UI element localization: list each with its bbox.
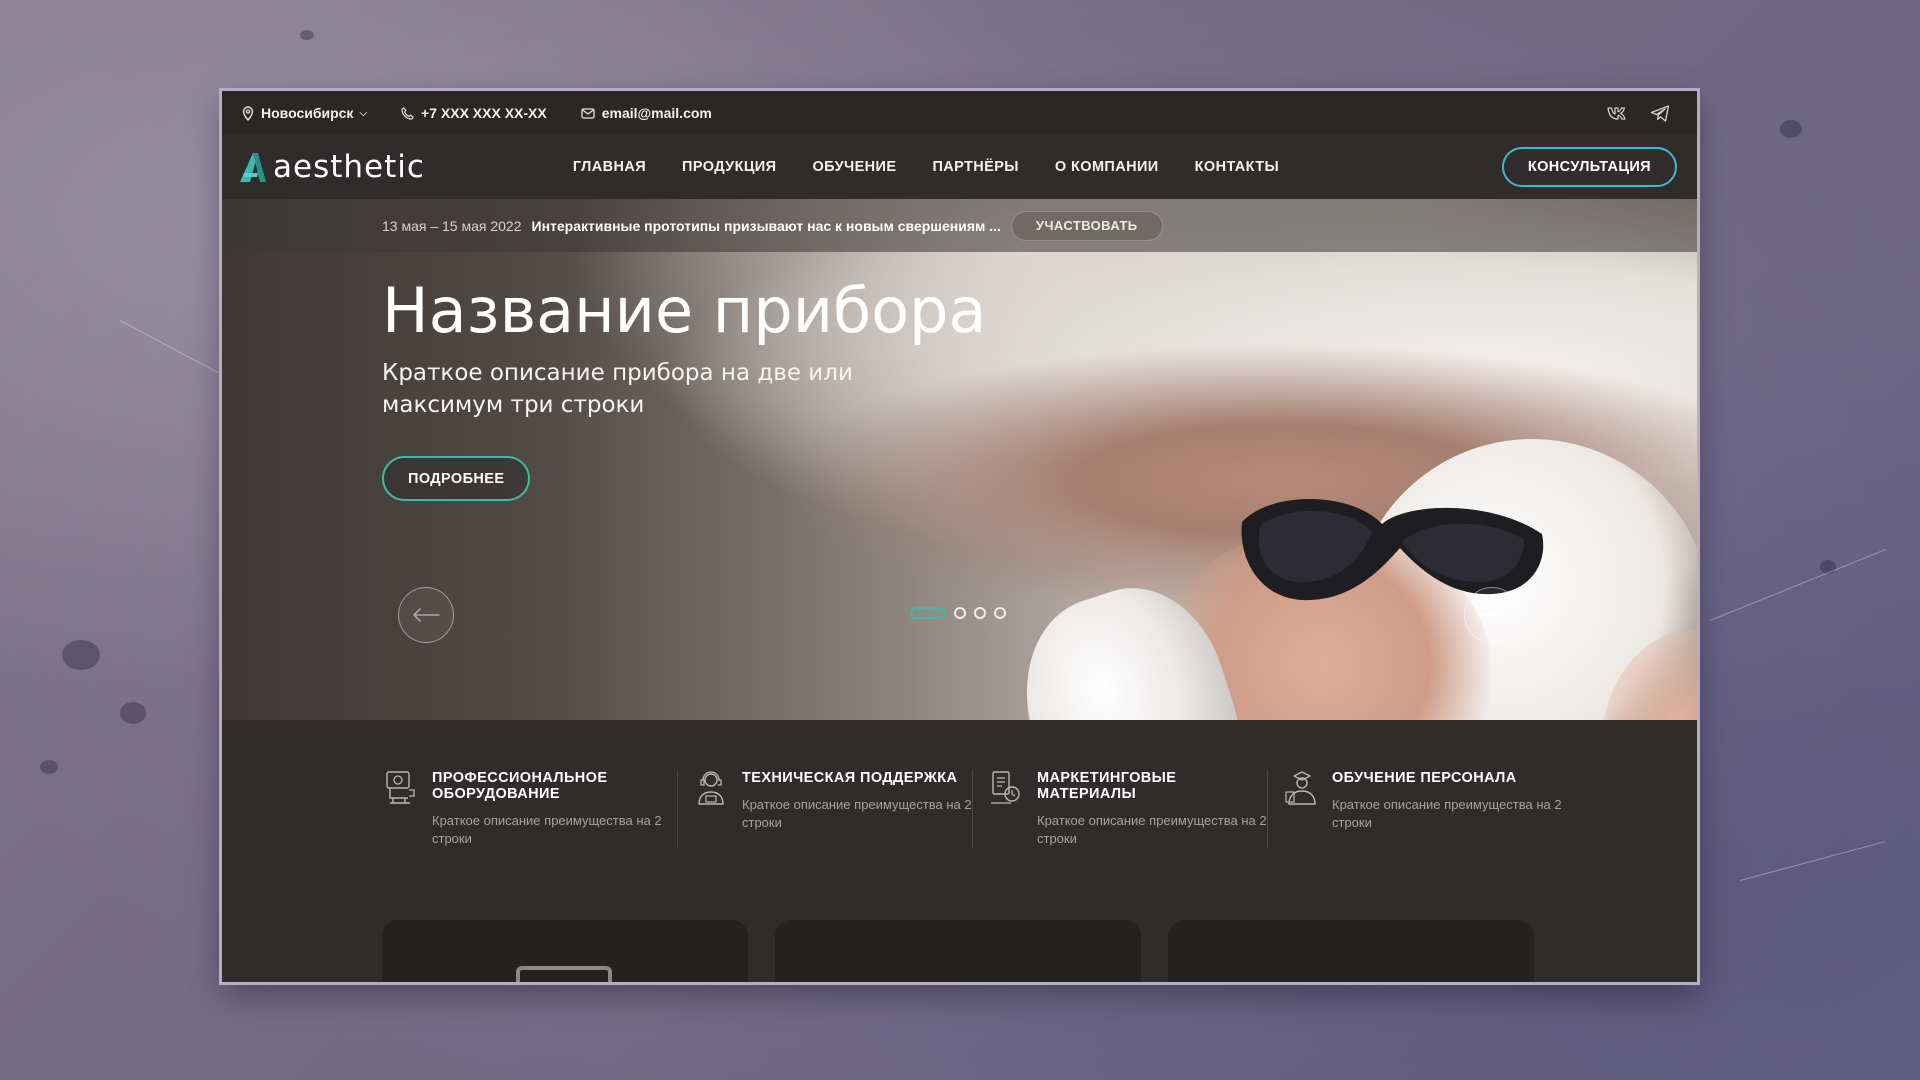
advantage-title: ОБУЧЕНИЕ ПЕРСОНАЛА	[1332, 770, 1517, 786]
advantages-list: ПРОФЕССИОНАЛЬНОЕ ОБОРУДОВАНИЕ Краткое оп…	[382, 770, 1562, 848]
chevron-down-icon: ⌵	[359, 107, 368, 119]
city-label: Новосибирск	[261, 105, 354, 121]
nav-item-training[interactable]: ОБУЧЕНИЕ	[812, 159, 896, 175]
advantage-title: ПРОФЕССИОНАЛЬНОЕ ОБОРУДОВАНИЕ	[432, 770, 608, 802]
phone-icon	[401, 106, 414, 120]
phone-link[interactable]: +7 XXX XXX XX-XX	[401, 105, 547, 121]
vk-icon[interactable]	[1607, 106, 1627, 120]
phone-number: +7 XXX XXX XX-XX	[421, 105, 547, 121]
marketing-icon	[991, 771, 1020, 804]
hero-title: Название прибора	[382, 274, 987, 347]
advantage-description: Краткое описание преимущества на 2 строк…	[742, 797, 972, 830]
slider-dot[interactable]	[994, 607, 1006, 619]
backdrop-speck	[1780, 120, 1802, 138]
slider-dot[interactable]	[974, 607, 986, 619]
equipment-icon	[386, 771, 415, 804]
nav-item-products[interactable]: ПРОДУКЦИЯ	[682, 159, 776, 175]
advantage-item: ОБУЧЕНИЕ ПЕРСОНАЛА Краткое описание преи…	[1267, 770, 1562, 848]
advantage-description: Краткое описание преимущества на 2 строк…	[432, 813, 662, 846]
nav-menu: ГЛАВНАЯ ПРОДУКЦИЯ ОБУЧЕНИЕ ПАРТНЁРЫ О КО…	[573, 159, 1279, 175]
nav-item-about[interactable]: О КОМПАНИИ	[1055, 159, 1159, 175]
support-icon	[698, 771, 724, 805]
arrow-right-icon	[1478, 608, 1505, 622]
product-card[interactable]	[382, 920, 748, 982]
social-links	[1607, 104, 1677, 122]
backdrop-speck	[40, 760, 58, 774]
top-info-bar: Новосибирск ⌵ +7 XXX XXX XX-XX email@mai…	[222, 91, 1697, 135]
advantage-item: МАРКЕТИНГОВЫЕ МАТЕРИАЛЫ Краткое описание…	[972, 770, 1267, 848]
advantages-section: ПРОФЕССИОНАЛЬНОЕ ОБОРУДОВАНИЕ Краткое оп…	[222, 720, 1697, 982]
product-card-image	[516, 966, 612, 982]
arrow-left-icon	[413, 608, 440, 622]
slider-pagination	[910, 607, 1006, 619]
consultation-button[interactable]: КОНСУЛЬТАЦИЯ	[1501, 147, 1677, 187]
announcement-text: Интерактивные прототипы призывают нас к …	[531, 217, 1001, 234]
product-card[interactable]	[1168, 920, 1534, 982]
hero-slider: 13 мая – 15 мая 2022 Интерактивные прото…	[222, 199, 1697, 720]
announcement-bar: 13 мая – 15 мая 2022 Интерактивные прото…	[222, 199, 1697, 252]
main-navigation: aesthetic ГЛАВНАЯ ПРОДУКЦИЯ ОБУЧЕНИЕ ПАР…	[222, 135, 1697, 199]
telegram-icon[interactable]	[1650, 104, 1670, 122]
email-link[interactable]: email@mail.com	[581, 105, 712, 121]
advantage-title: МАРКЕТИНГОВЫЕ МАТЕРИАЛЫ	[1037, 770, 1177, 802]
backdrop-speck	[62, 640, 100, 670]
slider-prev-button[interactable]	[398, 587, 454, 643]
training-icon	[1285, 771, 1316, 805]
mail-icon	[581, 107, 595, 119]
logo[interactable]: aesthetic	[238, 149, 425, 185]
email-address: email@mail.com	[601, 105, 712, 121]
logo-text: aesthetic	[273, 149, 425, 185]
more-details-button[interactable]: ПОДРОБНЕЕ	[382, 456, 531, 501]
advantage-description: Краткое описание преимущества на 2 строк…	[1332, 797, 1562, 830]
backdrop-scratch	[1739, 841, 1886, 881]
website-mockup: Новосибирск ⌵ +7 XXX XXX XX-XX email@mai…	[222, 91, 1697, 982]
logo-icon	[240, 153, 266, 182]
slider-dot-active[interactable]	[910, 607, 946, 619]
announcement-date: 13 мая – 15 мая 2022	[382, 217, 522, 234]
participate-button[interactable]: УЧАСТВОВАТЬ	[1010, 210, 1163, 241]
advantage-description: Краткое описание преимущества на 2 строк…	[1037, 813, 1267, 846]
advantage-item: ТЕХНИЧЕСКАЯ ПОДДЕРЖКА Краткое описание п…	[677, 770, 972, 848]
backdrop-scratch	[1709, 548, 1887, 621]
slider-dot[interactable]	[954, 607, 966, 619]
advantage-item: ПРОФЕССИОНАЛЬНОЕ ОБОРУДОВАНИЕ Краткое оп…	[382, 770, 677, 848]
product-card[interactable]	[775, 920, 1141, 982]
advantage-title: ТЕХНИЧЕСКАЯ ПОДДЕРЖКА	[742, 770, 958, 786]
nav-item-contacts[interactable]: КОНТАКТЫ	[1195, 159, 1279, 175]
nav-item-home[interactable]: ГЛАВНАЯ	[573, 159, 646, 175]
slider-next-button[interactable]	[1464, 587, 1520, 643]
location-pin-icon	[242, 105, 254, 121]
backdrop-speck	[120, 702, 146, 724]
backdrop-speck	[300, 30, 314, 40]
city-selector[interactable]: Новосибирск ⌵	[242, 105, 367, 121]
product-cards	[382, 920, 1534, 982]
hero-subtitle: Краткое описание прибора на две или макс…	[382, 360, 853, 418]
nav-item-partners[interactable]: ПАРТНЁРЫ	[932, 159, 1018, 175]
